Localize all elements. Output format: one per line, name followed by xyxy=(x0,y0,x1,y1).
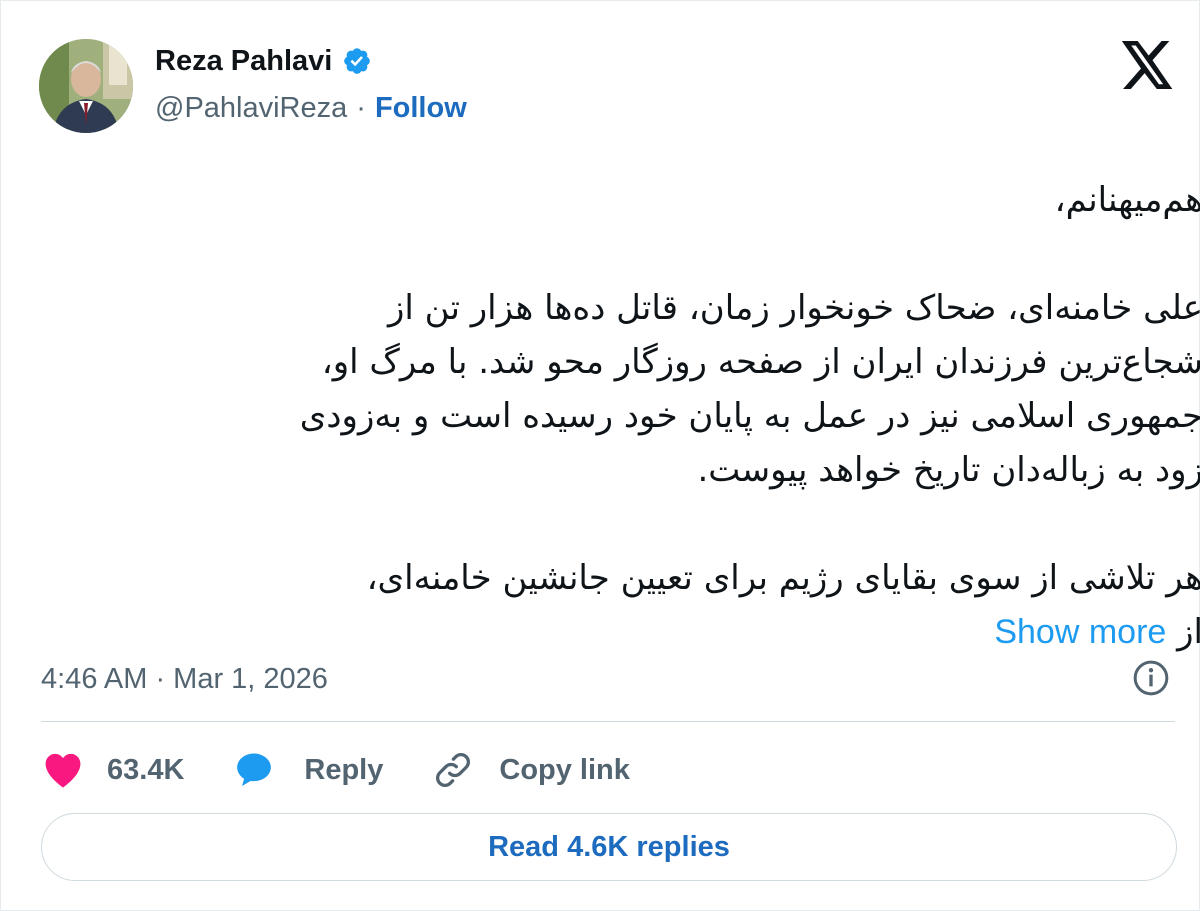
action-bar: 63.4K Reply Copy link xyxy=(41,743,630,797)
separator: · xyxy=(356,91,366,124)
timestamp[interactable]: 4:46 AM · Mar 1, 2026 xyxy=(41,657,328,701)
x-logo-icon[interactable] xyxy=(1121,41,1175,89)
tweet-text: هم‌میهنانم، علی خامنه‌ای، ضحاک خونخوار ز… xyxy=(41,173,1200,659)
tweet-line-5: زود به زباله‌دان تاریخ خواهد پیوست. xyxy=(697,450,1200,490)
tweet-line-3: شجاع‌ترین فرزندان ایران از صفحه روزگار م… xyxy=(321,342,1200,382)
copy-link-button[interactable]: Copy link xyxy=(431,748,630,792)
reply-button[interactable]: Reply xyxy=(232,748,383,792)
verified-badge-icon xyxy=(344,48,371,74)
like-button[interactable]: 63.4K xyxy=(41,748,184,792)
tweet-line-4: جمهوری اسلامی نیز در عمل به پایان خود رس… xyxy=(299,396,1200,436)
avatar-image xyxy=(39,39,133,133)
author-name[interactable]: Reza Pahlavi xyxy=(155,45,332,78)
like-count: 63.4K xyxy=(107,753,185,786)
tweet-line-7: از Show more xyxy=(41,605,1200,659)
tweet-line-2: علی خامنه‌ای، ضحاک خونخوار زمان، قاتل ده… xyxy=(387,288,1200,328)
author-name-row: Reza Pahlavi xyxy=(155,41,372,81)
author-handle[interactable]: @PahlaviReza xyxy=(155,92,347,125)
read-replies-button[interactable]: Read 4.6K replies xyxy=(41,813,1177,881)
reply-bubble-icon xyxy=(237,753,272,786)
copy-link-label: Copy link xyxy=(499,753,630,786)
link-icon xyxy=(436,753,471,787)
reply-label: Reply xyxy=(304,753,384,786)
tweet-line-6: هر تلاشی از سوی بقایای رژیم برای تعیین ج… xyxy=(366,558,1200,598)
avatar[interactable] xyxy=(39,39,133,133)
info-icon[interactable] xyxy=(1131,658,1171,698)
tweet-card: Reza Pahlavi @PahlaviReza · Follow هم‌می… xyxy=(0,0,1200,911)
heart-icon xyxy=(45,753,81,788)
follow-button[interactable]: Follow xyxy=(375,92,467,125)
divider xyxy=(41,721,1175,722)
tweet-line-7-text: از xyxy=(1177,612,1200,652)
author-handle-row: @PahlaviReza · Follow xyxy=(155,88,467,128)
tweet-line-1: هم‌میهنانم، xyxy=(1054,180,1200,220)
show-more-link[interactable]: Show more xyxy=(994,613,1166,651)
